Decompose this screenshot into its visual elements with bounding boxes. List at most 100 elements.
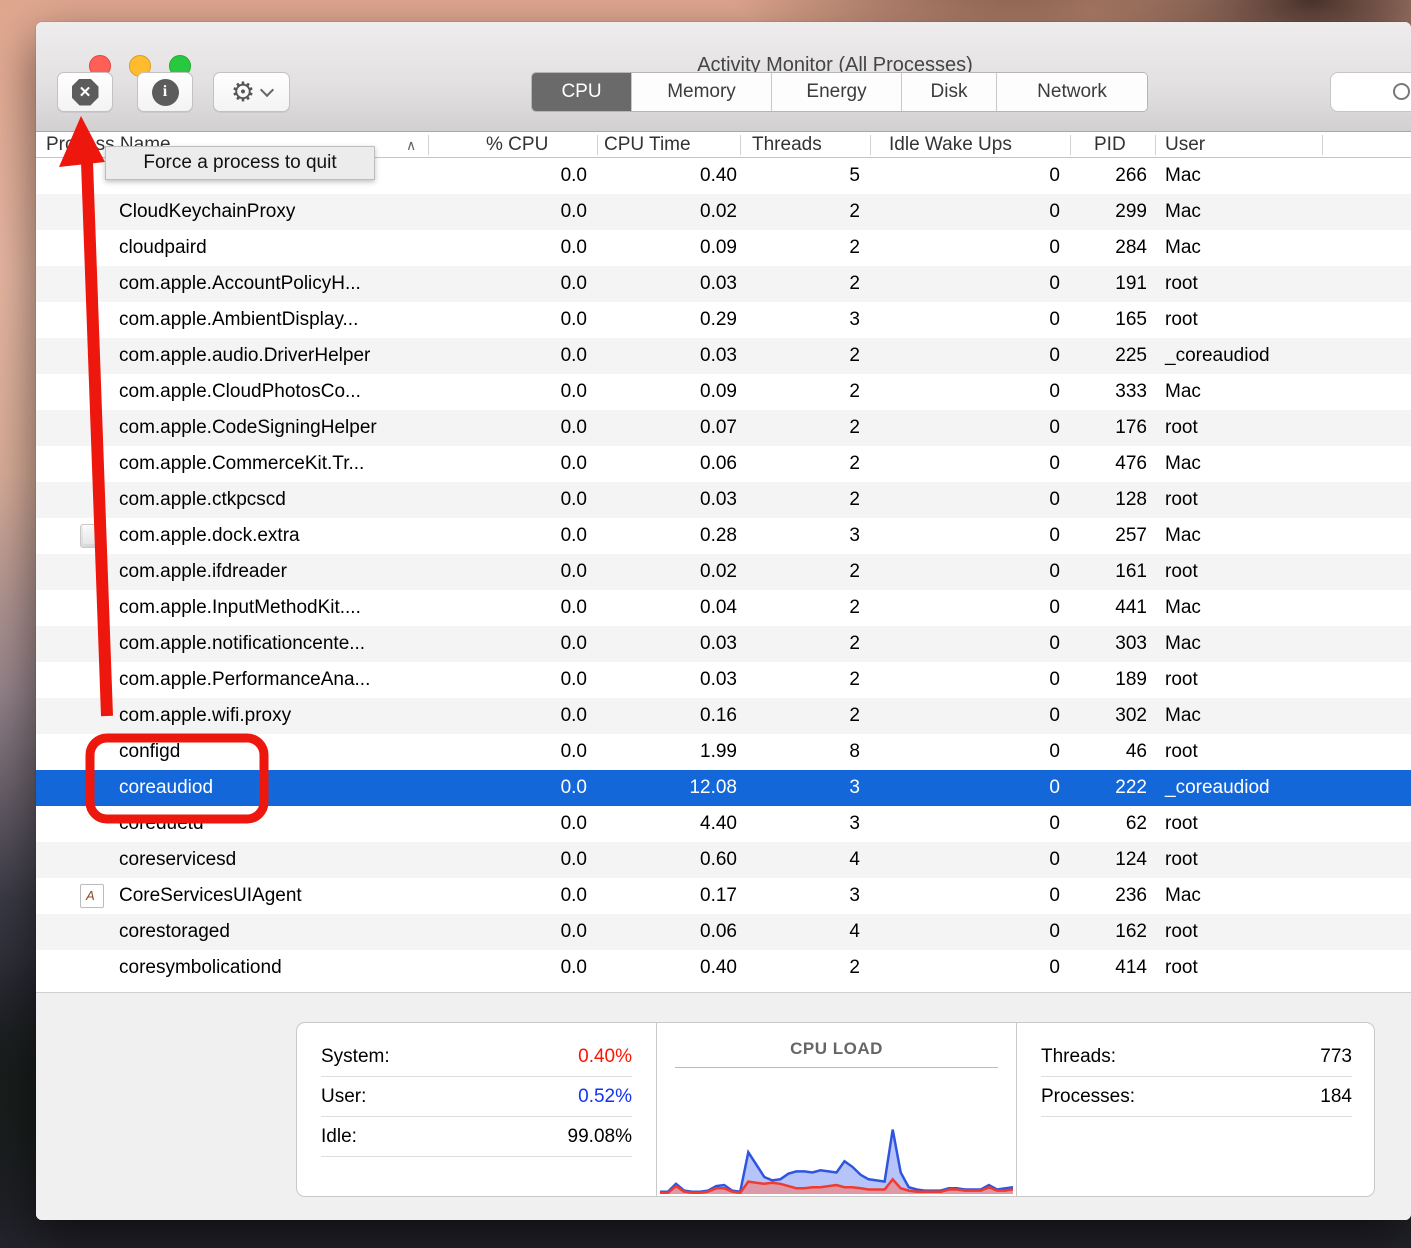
gear-icon: ⚙ [231, 79, 255, 106]
titlebar[interactable]: Activity Monitor (All Processes) ✕ i ⚙ C… [36, 22, 1411, 132]
cell-user: _coreaudiod [1165, 338, 1270, 374]
table-row[interactable]: CoreServicesUIAgent0.00.1730236Mac [36, 878, 1411, 914]
cpu-percent-pane: System: 0.40% User: 0.52% Idle: 99.08% [297, 1023, 656, 1196]
cell-user: Mac [1165, 194, 1201, 230]
force-quit-button[interactable]: ✕ [57, 72, 113, 112]
processes-label: Processes: [1041, 1077, 1135, 1117]
cell-process-name: com.apple.CommerceKit.Tr... [119, 446, 364, 482]
cell-pid: 191 [1115, 266, 1147, 302]
cell-cpu-time: 0.07 [700, 410, 737, 446]
cell-idle-wake-ups: 0 [1049, 554, 1060, 590]
table-row[interactable]: com.apple.AmbientDisplay...0.00.2930165r… [36, 302, 1411, 338]
table-row[interactable]: configd0.01.998046root [36, 734, 1411, 770]
table-row[interactable]: coreduetd0.04.403062root [36, 806, 1411, 842]
table-row[interactable]: cloudpaird0.00.0920284Mac [36, 230, 1411, 266]
table-row[interactable]: com.apple.CodeSigningHelper0.00.0720176r… [36, 410, 1411, 446]
cpu-load-pane: CPU LOAD [657, 1023, 1016, 1196]
force-quit-tooltip: Force a process to quit [105, 146, 375, 180]
system-label: System: [321, 1037, 390, 1077]
cell-threads: 2 [849, 554, 860, 590]
cell-cpu-percent: 0.0 [561, 806, 587, 842]
cell-process-name: coreaudiod [119, 770, 213, 806]
cell-process-name: com.apple.AccountPolicyH... [119, 266, 361, 302]
table-row[interactable]: com.apple.InputMethodKit....0.00.0420441… [36, 590, 1411, 626]
cell-cpu-percent: 0.0 [561, 554, 587, 590]
cell-process-name: com.apple.ctkpcscd [119, 482, 286, 518]
cell-idle-wake-ups: 0 [1049, 374, 1060, 410]
cell-cpu-percent: 0.0 [561, 662, 587, 698]
coreaudiod-row[interactable]: coreaudiod0.012.0830222_coreaudiod [36, 770, 1411, 806]
cell-pid: 124 [1115, 842, 1147, 878]
cell-user: Mac [1165, 230, 1201, 266]
cell-user: root [1165, 842, 1198, 878]
table-row[interactable]: com.apple.CloudPhotosCo...0.00.0920333Ma… [36, 374, 1411, 410]
cell-idle-wake-ups: 0 [1049, 950, 1060, 986]
user-value: 0.52% [578, 1077, 632, 1117]
cell-threads: 2 [849, 338, 860, 374]
cell-pid: 414 [1115, 950, 1147, 986]
cell-user: root [1165, 734, 1198, 770]
footer-stats-zone: System: 0.40% User: 0.52% Idle: 99.08% C… [36, 992, 1411, 1220]
table-row[interactable]: com.apple.CommerceKit.Tr...0.00.0620476M… [36, 446, 1411, 482]
cell-threads: 2 [849, 230, 860, 266]
table-row[interactable]: com.apple.AccountPolicyH...0.00.0320191r… [36, 266, 1411, 302]
table-row[interactable]: com.apple.ctkpcscd0.00.0320128root [36, 482, 1411, 518]
cell-cpu-time: 0.60 [700, 842, 737, 878]
search-icon [1393, 83, 1410, 100]
table-row[interactable]: CloudKeychainProxy0.00.0220299Mac [36, 194, 1411, 230]
cell-idle-wake-ups: 0 [1049, 878, 1060, 914]
cell-process-name: com.apple.CodeSigningHelper [119, 410, 377, 446]
table-row[interactable]: coresymbolicationd0.00.4020414root [36, 950, 1411, 986]
cell-process-name: com.apple.notificationcente... [119, 626, 365, 662]
sort-ascending-icon: ∧ [406, 132, 416, 158]
generic-box-icon [80, 524, 104, 548]
tab-disk[interactable]: Disk [902, 73, 997, 111]
cell-idle-wake-ups: 0 [1049, 194, 1060, 230]
cell-cpu-percent: 0.0 [561, 446, 587, 482]
table-row[interactable]: com.apple.wifi.proxy0.00.1620302Mac [36, 698, 1411, 734]
chevron-down-icon [260, 82, 274, 96]
threads-label: Threads: [1041, 1037, 1116, 1077]
cell-cpu-percent: 0.0 [561, 698, 587, 734]
cell-user: root [1165, 806, 1198, 842]
column-header-threads[interactable]: Threads [752, 132, 822, 158]
cpu-load-chart [660, 1081, 1013, 1194]
cell-idle-wake-ups: 0 [1049, 590, 1060, 626]
cell-user: Mac [1165, 698, 1201, 734]
table-row[interactable]: com.apple.audio.DriverHelper0.00.0320225… [36, 338, 1411, 374]
cell-user: Mac [1165, 518, 1201, 554]
processes-value: 184 [1320, 1077, 1352, 1117]
table-row[interactable]: corestoraged0.00.0640162root [36, 914, 1411, 950]
cell-pid: 441 [1115, 590, 1147, 626]
cell-threads: 2 [849, 950, 860, 986]
search-input[interactable] [1330, 72, 1411, 112]
cell-cpu-percent: 0.0 [561, 194, 587, 230]
cell-cpu-time: 0.40 [700, 158, 737, 194]
cell-user: root [1165, 950, 1198, 986]
cell-threads: 2 [849, 590, 860, 626]
cell-idle-wake-ups: 0 [1049, 626, 1060, 662]
actions-menu-button[interactable]: ⚙ [213, 72, 290, 112]
table-row[interactable]: coreservicesd0.00.6040124root [36, 842, 1411, 878]
table-row[interactable]: com.apple.ifdreader0.00.0220161root [36, 554, 1411, 590]
view-tabs: CPUMemoryEnergyDiskNetwork [531, 72, 1148, 112]
tab-network[interactable]: Network [997, 73, 1147, 111]
cell-process-name: corestoraged [119, 914, 230, 950]
column-header-pid[interactable]: PID [1094, 132, 1126, 158]
cell-pid: 333 [1115, 374, 1147, 410]
column-header-cpu-time[interactable]: CPU Time [604, 132, 691, 158]
column-header-cpu[interactable]: % CPU [486, 132, 548, 158]
column-header-user[interactable]: User [1165, 132, 1205, 158]
table-row[interactable]: com.apple.notificationcente...0.00.03203… [36, 626, 1411, 662]
tab-energy[interactable]: Energy [772, 73, 902, 111]
cell-cpu-percent: 0.0 [561, 590, 587, 626]
table-row[interactable]: com.apple.PerformanceAna...0.00.0320189r… [36, 662, 1411, 698]
cell-pid: 476 [1115, 446, 1147, 482]
table-row[interactable]: com.apple.dock.extra0.00.2830257Mac [36, 518, 1411, 554]
column-header-idle-wake-ups[interactable]: Idle Wake Ups [889, 132, 1012, 158]
tab-memory[interactable]: Memory [632, 73, 772, 111]
inspect-process-button[interactable]: i [137, 72, 193, 112]
cell-cpu-time: 0.04 [700, 590, 737, 626]
tab-cpu[interactable]: CPU [532, 73, 632, 111]
cell-pid: 62 [1126, 806, 1147, 842]
